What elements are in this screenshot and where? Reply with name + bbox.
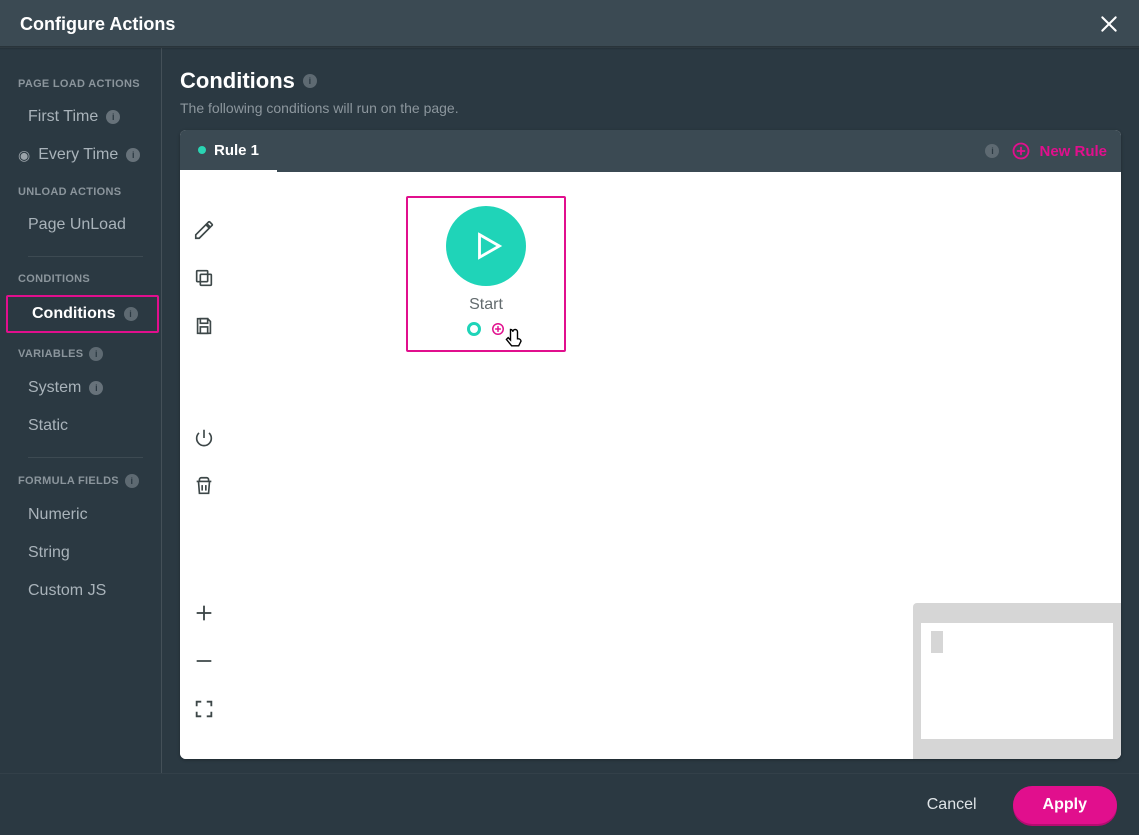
power-icon[interactable]	[192, 426, 216, 450]
play-icon	[471, 229, 505, 263]
tab-rule-1[interactable]: Rule 1	[180, 130, 277, 172]
info-icon: i	[124, 307, 138, 321]
page-subtitle: The following conditions will run on the…	[180, 100, 1121, 116]
status-dot-icon	[198, 146, 206, 154]
zoom-in-icon[interactable]	[192, 601, 216, 625]
info-icon: i	[125, 474, 139, 488]
divider	[28, 256, 143, 257]
main-panel: Conditions i The following conditions wi…	[162, 48, 1139, 773]
info-icon: i	[106, 110, 120, 124]
new-rule-button[interactable]: New Rule	[1011, 130, 1107, 172]
sidebar: PAGE LOAD ACTIONS First Time i ◉ Every T…	[0, 48, 162, 773]
canvas-toolbar	[180, 172, 228, 759]
sidebar-item-numeric[interactable]: Numeric	[0, 496, 161, 534]
rule-panel: Rule 1 i New Rule	[180, 130, 1121, 759]
start-node-highlight: Start	[406, 196, 566, 352]
flow-canvas[interactable]: Start	[180, 172, 1121, 759]
edit-icon[interactable]	[192, 218, 216, 242]
radio-checked-icon: ◉	[18, 148, 30, 162]
info-icon: i	[89, 347, 103, 361]
tab-bar-info[interactable]: i	[985, 130, 1011, 172]
trash-icon[interactable]	[192, 474, 216, 498]
sidebar-heading-variables: VARIABLES i	[0, 335, 161, 369]
info-icon: i	[303, 74, 317, 88]
sidebar-item-conditions[interactable]: Conditions i	[6, 295, 159, 333]
sidebar-item-static[interactable]: Static	[0, 407, 161, 445]
divider	[28, 457, 143, 458]
close-icon[interactable]	[1099, 14, 1119, 34]
sidebar-item-page-unload[interactable]: Page UnLoad	[0, 206, 161, 244]
page-title: Conditions i	[180, 68, 1121, 94]
cursor-pointer-icon	[500, 326, 528, 354]
start-node-label: Start	[408, 296, 564, 314]
plus-circle-icon	[1011, 141, 1031, 161]
title-bar: Configure Actions	[0, 0, 1139, 48]
save-icon[interactable]	[192, 314, 216, 338]
minimap[interactable]	[913, 603, 1121, 759]
fullscreen-icon[interactable]	[192, 697, 216, 721]
tab-label: Rule 1	[214, 142, 259, 159]
zoom-out-icon[interactable]	[192, 649, 216, 673]
sidebar-heading-page-load: PAGE LOAD ACTIONS	[0, 66, 161, 98]
output-port-icon[interactable]	[467, 322, 481, 336]
minimap-viewport	[921, 623, 1113, 739]
sidebar-item-system[interactable]: System i	[0, 369, 161, 407]
copy-icon[interactable]	[192, 266, 216, 290]
footer: Cancel Apply	[0, 773, 1139, 835]
sidebar-heading-conditions: CONDITIONS	[0, 261, 161, 293]
info-icon: i	[985, 144, 999, 158]
new-rule-label: New Rule	[1039, 143, 1107, 160]
tab-bar: Rule 1 i New Rule	[180, 130, 1121, 172]
start-node[interactable]	[446, 206, 526, 286]
cancel-button[interactable]: Cancel	[915, 788, 989, 822]
info-icon: i	[126, 148, 140, 162]
sidebar-heading-unload: UNLOAD ACTIONS	[0, 174, 161, 206]
modal-title: Configure Actions	[20, 14, 175, 35]
sidebar-item-string[interactable]: String	[0, 534, 161, 572]
sidebar-heading-formula: FORMULA FIELDS i	[0, 462, 161, 496]
minimap-marker	[931, 631, 943, 653]
apply-button[interactable]: Apply	[1013, 786, 1117, 824]
sidebar-item-first-time[interactable]: First Time i	[0, 98, 161, 136]
info-icon: i	[89, 381, 103, 395]
sidebar-item-custom-js[interactable]: Custom JS	[0, 572, 161, 610]
sidebar-item-every-time[interactable]: ◉ Every Time i	[0, 136, 161, 174]
